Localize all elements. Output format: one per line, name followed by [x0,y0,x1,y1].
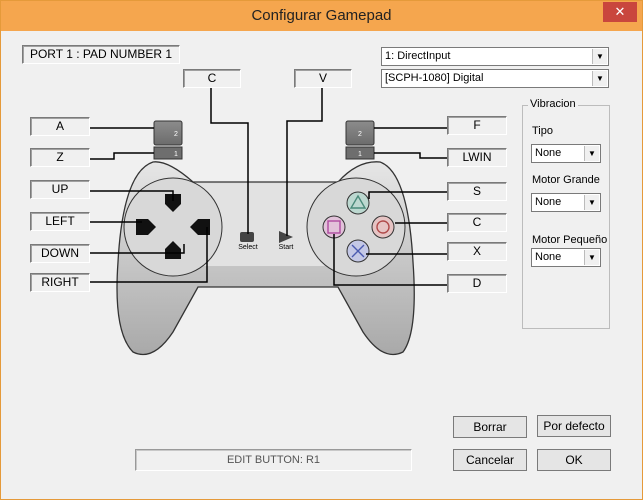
motor-grande-label: Motor Grande [532,174,600,186]
dialog-client: Select Start 2 1 2 1 PORT 1: PAD NUMBER… [8,32,635,494]
motor-grande-select[interactable]: None ▼ [531,193,601,212]
motor-pequeno-select[interactable]: None ▼ [531,248,601,267]
input-api-select[interactable]: 1: DirectInput ▼ [381,47,609,66]
device-value: [SCPH-1080] Digital [385,72,484,84]
start-text: Start [279,244,294,251]
tipo-label: Tipo [532,125,553,137]
mapping-l2[interactable]: A [30,117,90,136]
mapping-r1[interactable]: LWIN [447,148,507,167]
select-button-icon [240,232,254,242]
mapping-left[interactable]: LEFT [30,212,90,231]
motor-grande-value: None [535,196,562,208]
l2-text: 2 [174,131,178,138]
mapping-r2[interactable]: F [447,116,507,135]
device-select[interactable]: [SCPH-1080] Digital ▼ [381,69,609,88]
mapping-cross[interactable]: X [447,242,507,261]
close-icon: ✕ [614,4,626,19]
r2-text: 2 [358,131,362,138]
motor-pequeno-label: Motor Pequeño [532,234,608,246]
input-api-value: 1: DirectInput [385,50,451,62]
edit-status-text: EDIT BUTTON: R1 [135,449,412,471]
mapping-v-top[interactable]: V [294,69,352,88]
close-button[interactable]: ✕ [603,2,637,22]
tipo-select[interactable]: None ▼ [531,144,601,163]
vibration-title: Vibracion [528,98,578,110]
mapping-square[interactable]: D [447,274,507,293]
mapping-right[interactable]: RIGHT [30,273,90,292]
window-title: Configurar Gamepad [251,7,392,24]
chevron-down-icon: ▼ [584,146,599,161]
chevron-down-icon: ▼ [584,195,599,210]
mapping-triangle[interactable]: S [447,182,507,201]
cancelar-button[interactable]: Cancelar [453,449,527,471]
ok-button[interactable]: OK [537,449,611,471]
r1-text: 1 [358,151,362,158]
mapping-circle[interactable]: C [447,213,507,232]
mapping-up[interactable]: UP [30,180,90,199]
vibration-group [522,105,610,329]
motor-pequeno-value: None [535,251,562,263]
port-label: PORT 1 : PAD NUMBER 1 [22,45,180,64]
select-text: Select [238,244,258,251]
tipo-value: None [535,147,562,159]
mapping-l1[interactable]: Z [30,148,90,167]
por-defecto-button[interactable]: Por defecto [537,415,611,437]
chevron-down-icon: ▼ [592,49,607,64]
title-bar: Configurar Gamepad ✕ [1,1,642,31]
mapping-down[interactable]: DOWN [30,244,90,263]
dialog-window: Configurar Gamepad ✕ Select Start 2 1 2 … [0,0,643,500]
mapping-c-top[interactable]: C [183,69,241,88]
chevron-down-icon: ▼ [592,71,607,86]
chevron-down-icon: ▼ [584,250,599,265]
l1-text: 1 [174,151,178,158]
borrar-button[interactable]: Borrar [453,416,527,438]
